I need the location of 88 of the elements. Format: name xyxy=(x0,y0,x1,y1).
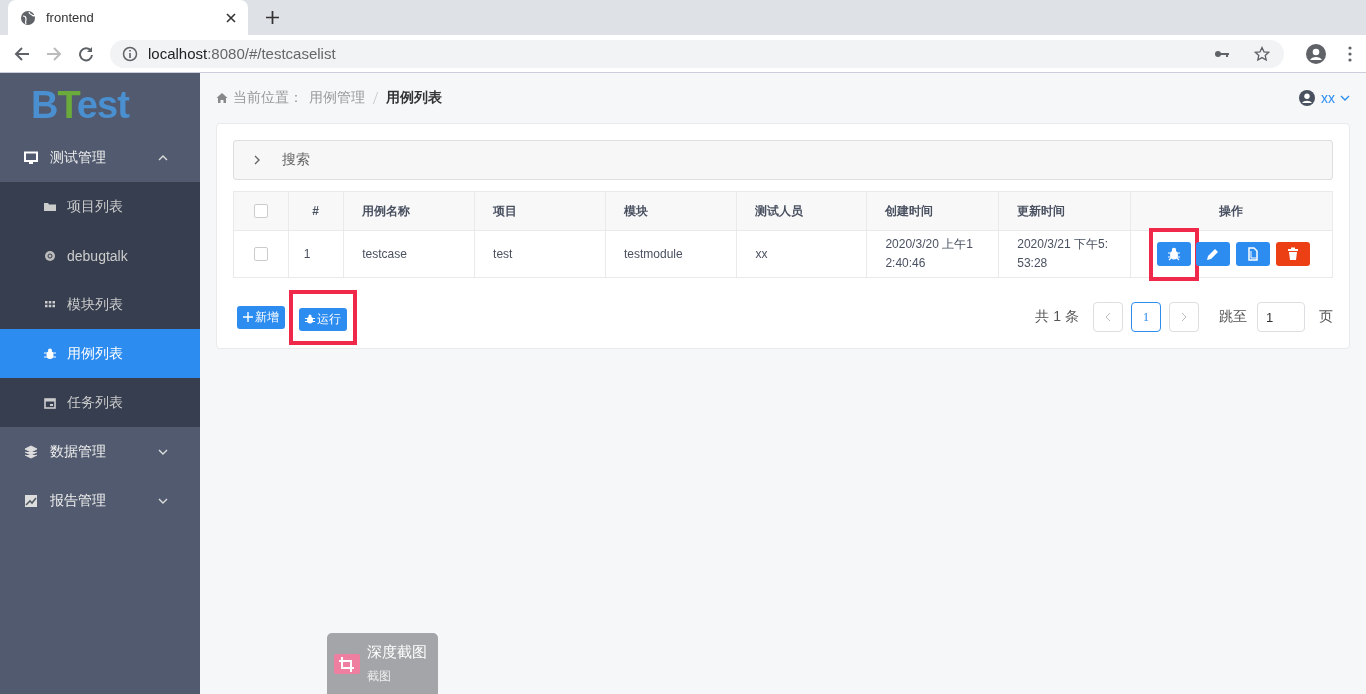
back-icon[interactable] xyxy=(14,45,30,62)
search-panel[interactable]: 搜索 xyxy=(233,140,1333,180)
table-cell: 2020/3/20 上午12:40:46 xyxy=(866,230,999,278)
browser-tab[interactable]: frontend xyxy=(8,0,248,35)
breadcrumb-item: 用例列表 xyxy=(386,89,442,107)
bug-icon xyxy=(305,314,315,324)
menu-item-label: 用例列表 xyxy=(67,344,123,363)
address-bar[interactable]: localhost:8080/#/testcaselist xyxy=(110,39,1284,68)
delete-button[interactable] xyxy=(1276,242,1311,266)
chevron-icon xyxy=(158,497,168,504)
page-button[interactable]: 1 xyxy=(1131,302,1161,332)
menu-item[interactable]: 模块列表 xyxy=(0,280,200,329)
copy-icon xyxy=(1246,247,1261,261)
crop-icon xyxy=(333,651,361,676)
layers-icon xyxy=(24,444,38,459)
copy-button[interactable] xyxy=(1236,242,1271,266)
menu-item[interactable]: 项目列表 xyxy=(0,182,200,231)
column-header: 项目 xyxy=(474,191,606,231)
user-name[interactable]: xx xyxy=(1321,90,1335,106)
menu-label: 数据管理 xyxy=(50,442,107,461)
page-input[interactable]: 1 xyxy=(1257,302,1305,332)
run-button[interactable]: 运行 xyxy=(299,307,347,331)
table-cell: 1 xyxy=(288,230,344,278)
plus-icon xyxy=(243,312,253,322)
breadcrumb-prefix: 当前位置： xyxy=(233,89,303,107)
info-icon xyxy=(122,45,138,62)
column-header: 操作 xyxy=(1130,191,1333,231)
column-header: 用例名称 xyxy=(343,191,475,231)
menu-label: 报告管理 xyxy=(50,491,107,510)
notification-title: 深度截图 xyxy=(367,642,427,662)
table-cell: test xyxy=(474,230,606,278)
bug-icon xyxy=(1167,246,1182,261)
total-count: 共 1 条 xyxy=(1035,308,1079,326)
bug-icon xyxy=(44,347,56,360)
table-cell: testmodule xyxy=(605,230,737,278)
trash-icon xyxy=(1286,247,1301,261)
url-text: localhost:8080/#/testcaselist xyxy=(148,45,336,62)
menu-item[interactable]: 用例列表 xyxy=(0,329,200,378)
menu-item-label: debugtalk xyxy=(67,247,128,264)
pencil-icon xyxy=(1206,247,1221,261)
menu-label: 测试管理 xyxy=(50,148,107,167)
column-header: 模块 xyxy=(605,191,737,231)
menu-group[interactable]: 测试管理 xyxy=(0,133,200,182)
close-icon[interactable] xyxy=(226,12,236,23)
chart-icon xyxy=(24,493,38,508)
menu-item-label: 模块列表 xyxy=(67,295,123,314)
star-icon[interactable] xyxy=(1254,45,1270,62)
jump-label: 跳至 xyxy=(1219,308,1247,326)
table-cell: 2020/3/21 下午5:53:28 xyxy=(998,230,1131,278)
page-suffix: 页 xyxy=(1319,308,1333,326)
monitor-icon xyxy=(24,150,38,165)
checkbox[interactable] xyxy=(253,204,268,219)
caret-icon[interactable] xyxy=(1340,95,1350,101)
checkbox[interactable] xyxy=(253,247,268,262)
run-button[interactable] xyxy=(1157,241,1192,266)
table-cell: testcase xyxy=(343,230,475,278)
search-panel-title: 搜索 xyxy=(282,151,310,169)
menu-group[interactable]: 数据管理 xyxy=(0,427,200,476)
menu-icon[interactable] xyxy=(1348,45,1352,62)
logo-text: BTest xyxy=(30,83,131,128)
globe-icon xyxy=(20,9,36,26)
calendar-icon xyxy=(44,396,56,409)
chevron-icon xyxy=(158,448,168,455)
menu-item[interactable]: 任务列表 xyxy=(0,378,200,427)
reload-icon[interactable] xyxy=(78,45,94,62)
edit-button[interactable] xyxy=(1196,242,1231,266)
menu-item[interactable]: debugtalk xyxy=(0,231,200,280)
add-button[interactable]: 新增 xyxy=(237,305,285,329)
tab-title: frontend xyxy=(46,10,95,25)
profile-icon[interactable] xyxy=(1306,43,1326,64)
chevron-icon xyxy=(254,155,260,165)
new-tab-icon[interactable] xyxy=(266,11,279,24)
table-cell: xx xyxy=(736,230,867,278)
user-icon[interactable] xyxy=(1299,90,1315,106)
folder-icon xyxy=(44,200,56,213)
notification-subtitle: 截图 xyxy=(367,667,392,685)
chevron-icon xyxy=(158,154,168,161)
chevron-right-icon xyxy=(1181,312,1187,322)
menu-group[interactable]: 报告管理 xyxy=(0,476,200,525)
menu-item-label: 任务列表 xyxy=(67,393,123,412)
column-header: 创建时间 xyxy=(866,191,999,231)
menu-item-label: 项目列表 xyxy=(67,197,123,216)
chevron-left-icon xyxy=(1105,312,1111,322)
home-icon xyxy=(216,92,228,104)
column-header: # xyxy=(288,191,344,231)
column-header: 更新时间 xyxy=(998,191,1131,231)
disc-icon xyxy=(44,249,56,262)
column-header: 测试人员 xyxy=(736,191,867,231)
